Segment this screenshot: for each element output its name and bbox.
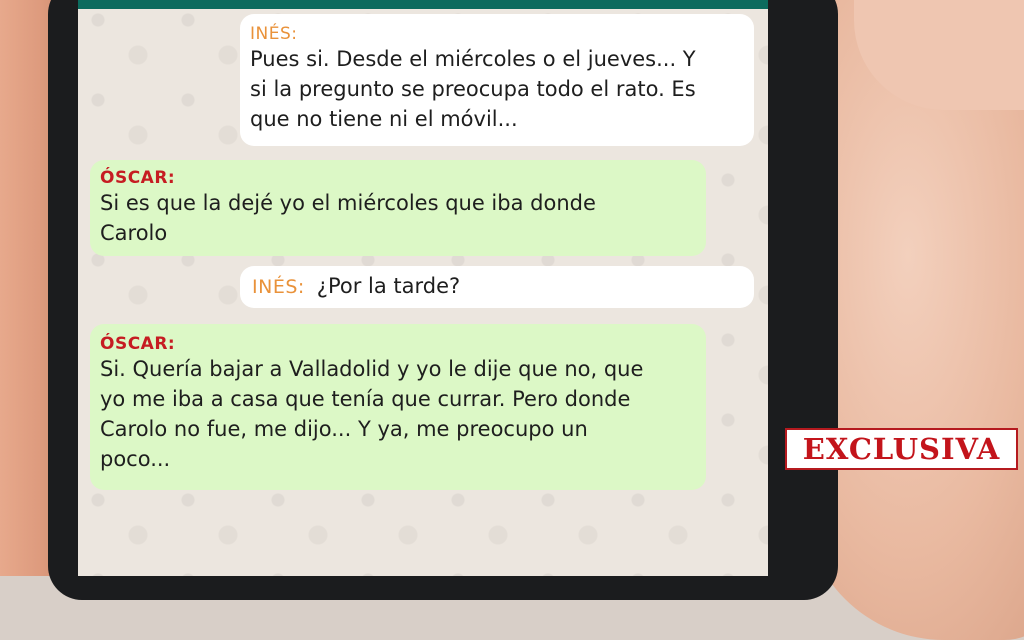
sender-name: INÉS: [252, 276, 305, 298]
sender-name: INÉS: [250, 24, 298, 44]
message-text: Pues si. Desde el miércoles o el jueves.… [250, 47, 696, 131]
message-text: ¿Por la tarde? [316, 274, 461, 298]
message-bubble-ines-2[interactable]: INÉS: ¿Por la tarde? [240, 266, 754, 308]
message-text: Si es que la dejé yo el miércoles que ib… [100, 191, 596, 245]
sender-name: ÓSCAR: [100, 168, 176, 188]
sender-name: ÓSCAR: [100, 334, 176, 354]
chat-header-bar [78, 0, 768, 9]
message-bubble-oscar-1[interactable]: ÓSCAR: Si es que la dejé yo el miércoles… [90, 160, 706, 256]
exclusive-badge: EXCLUSIVA [785, 428, 1018, 470]
message-text: Si. Quería bajar a Valladolid y yo le di… [100, 357, 644, 471]
message-bubble-oscar-2[interactable]: ÓSCAR: Si. Quería bajar a Valladolid y y… [90, 324, 706, 490]
message-bubble-ines-1[interactable]: INÉS: Pues si. Desde el miércoles o el j… [240, 14, 754, 146]
